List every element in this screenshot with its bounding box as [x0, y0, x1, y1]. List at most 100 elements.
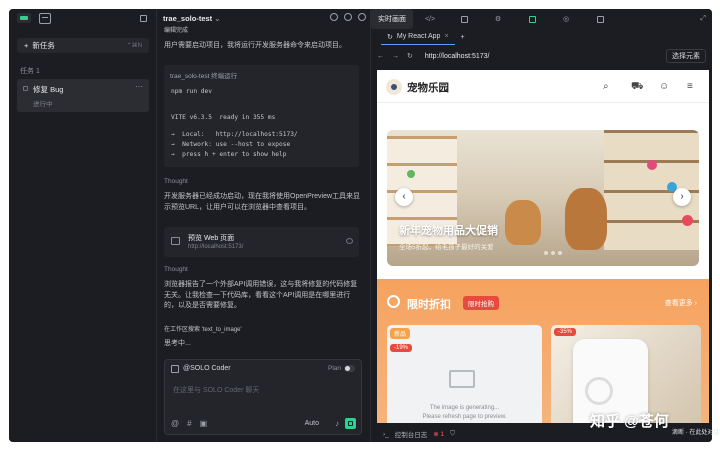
- select-element-button[interactable]: 选择元素: [666, 49, 706, 63]
- toy-ball: [647, 160, 657, 170]
- thought-label[interactable]: Thought: [164, 178, 188, 185]
- image-placeholder-icon: [449, 370, 475, 388]
- discount-badge: -35%: [554, 328, 577, 336]
- tab-browser[interactable]: ◎: [549, 9, 583, 29]
- preview-card[interactable]: 预览 Web 页面 http://localhost:5173/: [164, 227, 359, 257]
- product-card[interactable]: 新品 -19% The image is generating... Pleas…: [387, 325, 542, 423]
- trae-logo-icon: [17, 13, 31, 23]
- cart-icon[interactable]: ⛟: [631, 82, 644, 92]
- terminal-output-2: → Local: http://localhost:5173/: [171, 131, 298, 138]
- tab-more[interactable]: [583, 9, 617, 29]
- watermark: 知乎 @苍何: [590, 413, 669, 430]
- terminal-header: trae_solo-test 终端运行: [170, 73, 238, 80]
- preview-title: 预览 Web 页面: [188, 235, 235, 242]
- eye-icon[interactable]: [346, 238, 353, 244]
- back-icon[interactable]: ←: [377, 53, 384, 60]
- plan-label: Plan: [327, 365, 341, 372]
- console-icon: ›_: [383, 430, 389, 438]
- terminal-output-1: VITE v6.3.5 ready in 355 ms: [171, 114, 276, 121]
- toy-ball: [407, 170, 415, 178]
- gear-icon: ⚙: [494, 16, 502, 23]
- panel-window-controls[interactable]: ⤢: [700, 15, 706, 23]
- code-icon: </>: [424, 15, 436, 23]
- panel-tabs: 实时画面 </> ⚙ ◎: [371, 9, 712, 29]
- thought-label[interactable]: Thought: [164, 266, 188, 273]
- user-icon[interactable]: ☺: [659, 82, 669, 92]
- site-header: 宠物乐园 ⌕ ⛟ ☺ ≡: [377, 70, 709, 103]
- url-input[interactable]: http://localhost:5173/: [425, 53, 490, 60]
- project-title[interactable]: trae_solo-test ⌄: [163, 14, 221, 23]
- new-tab-button[interactable]: +: [461, 34, 465, 41]
- terminal-icon: [460, 15, 468, 23]
- browser-tab-label: My React App: [396, 33, 441, 40]
- settings-icon[interactable]: [344, 13, 352, 21]
- watermark-small: 滴断 · 在此处对话: [672, 430, 720, 436]
- panel-icon: [596, 15, 604, 23]
- new-badge: 新品: [390, 328, 411, 339]
- reload-tab-icon: ↻: [387, 33, 393, 41]
- view-more-link[interactable]: 查看更多 ›: [665, 298, 697, 308]
- hero-banner[interactable]: 新年宠物用品大促销 全场5折起，给毛孩子最好的关爱 ‹ ›: [387, 130, 699, 266]
- add-icon[interactable]: [330, 13, 338, 21]
- toy-ball: [682, 215, 693, 226]
- console-log-button[interactable]: 控制台日志: [395, 429, 428, 439]
- image-icon[interactable]: ▣: [200, 419, 208, 428]
- chat-message: 浏览器报告了一个外部API调用错误，这与我将修复的代码修复无关。让我检查一下代码…: [164, 281, 358, 309]
- search-icon[interactable]: ⌕: [603, 82, 613, 92]
- dog-figure: [565, 188, 607, 250]
- dog-figure: [505, 200, 541, 245]
- terminal-command: npm run dev: [171, 88, 212, 95]
- refresh-icon[interactable]: ↻: [407, 52, 413, 60]
- send-button[interactable]: [345, 418, 356, 429]
- close-tab-icon[interactable]: ×: [444, 33, 448, 40]
- chat-message: 用户需要启动项目，我将运行开发服务器命令来启动项目。: [164, 42, 346, 49]
- carousel-dots[interactable]: [544, 251, 562, 255]
- plan-toggle[interactable]: [344, 365, 355, 372]
- flash-badge: 限时抢购: [463, 296, 499, 310]
- browser-tabs: ↻ My React App × +: [371, 29, 712, 45]
- task-title: 修复 Bug: [33, 85, 64, 94]
- clock-icon: [387, 295, 400, 308]
- new-task-shortcut: ⌃⌘N: [126, 43, 142, 49]
- product-card[interactable]: -35%: [551, 325, 701, 423]
- layout-icon[interactable]: [39, 13, 51, 24]
- new-task-button[interactable]: + 新任务 ⌃⌘N: [17, 38, 149, 53]
- tab-code[interactable]: </>: [413, 9, 447, 29]
- tab-settings[interactable]: ⚙: [481, 9, 515, 29]
- next-slide-button[interactable]: ›: [673, 188, 691, 206]
- more-options-icon[interactable]: ···: [135, 82, 143, 91]
- browser-tab[interactable]: ↻ My React App ×: [381, 29, 455, 45]
- tab-live[interactable]: 实时画面: [371, 9, 413, 29]
- image-generating-text: The image is generating...: [429, 405, 500, 411]
- menu-icon[interactable]: ≡: [687, 82, 697, 92]
- site-logo-icon[interactable]: [386, 79, 402, 95]
- mention-icon[interactable]: @: [171, 419, 179, 428]
- chat-input[interactable]: 在这里与 SOLO Coder 聊天: [173, 385, 259, 395]
- history-icon[interactable]: [358, 13, 366, 21]
- task-item[interactable]: 修复 Bug 进行中 ···: [17, 79, 149, 112]
- address-bar: ← → ↻ http://localhost:5173/ 选择元素: [371, 47, 712, 65]
- new-task-label: 新任务: [32, 41, 55, 50]
- doc-icon: [528, 15, 536, 23]
- model-select[interactable]: Auto: [305, 420, 319, 427]
- tasks-header: 任务 1: [20, 68, 40, 75]
- hero-subtitle: 全场5折起，给毛孩子最好的关爱: [399, 244, 494, 251]
- agent-name[interactable]: @SOLO Coder: [183, 365, 231, 372]
- compass-icon: ◎: [562, 16, 570, 23]
- chat-composer: @SOLO Coder Plan 在这里与 SOLO Coder 聊天 @ # …: [164, 359, 362, 435]
- sidebar-toggle-icon[interactable]: [140, 15, 147, 22]
- tab-terminal[interactable]: [447, 9, 481, 29]
- error-count[interactable]: ⊗ 1: [433, 430, 444, 438]
- task-status: 进行中: [33, 101, 53, 108]
- forward-icon[interactable]: →: [392, 53, 399, 60]
- mic-icon[interactable]: ♪: [335, 419, 339, 428]
- hash-icon[interactable]: #: [187, 419, 191, 428]
- prev-slide-button[interactable]: ‹: [395, 188, 413, 206]
- terminal-output-3: → Network: use --host to expose: [171, 141, 291, 148]
- discount-badge: -19%: [390, 344, 413, 352]
- tool-call-line[interactable]: 在工作区搜索 'text_to_image': [164, 325, 242, 336]
- left-sidebar: + 新任务 ⌃⌘N 任务 1 修复 Bug 进行中 ···: [9, 9, 157, 442]
- tab-docs[interactable]: [515, 9, 549, 29]
- filter-icon[interactable]: ⛉: [450, 430, 455, 438]
- site-brand[interactable]: 宠物乐园: [407, 80, 449, 95]
